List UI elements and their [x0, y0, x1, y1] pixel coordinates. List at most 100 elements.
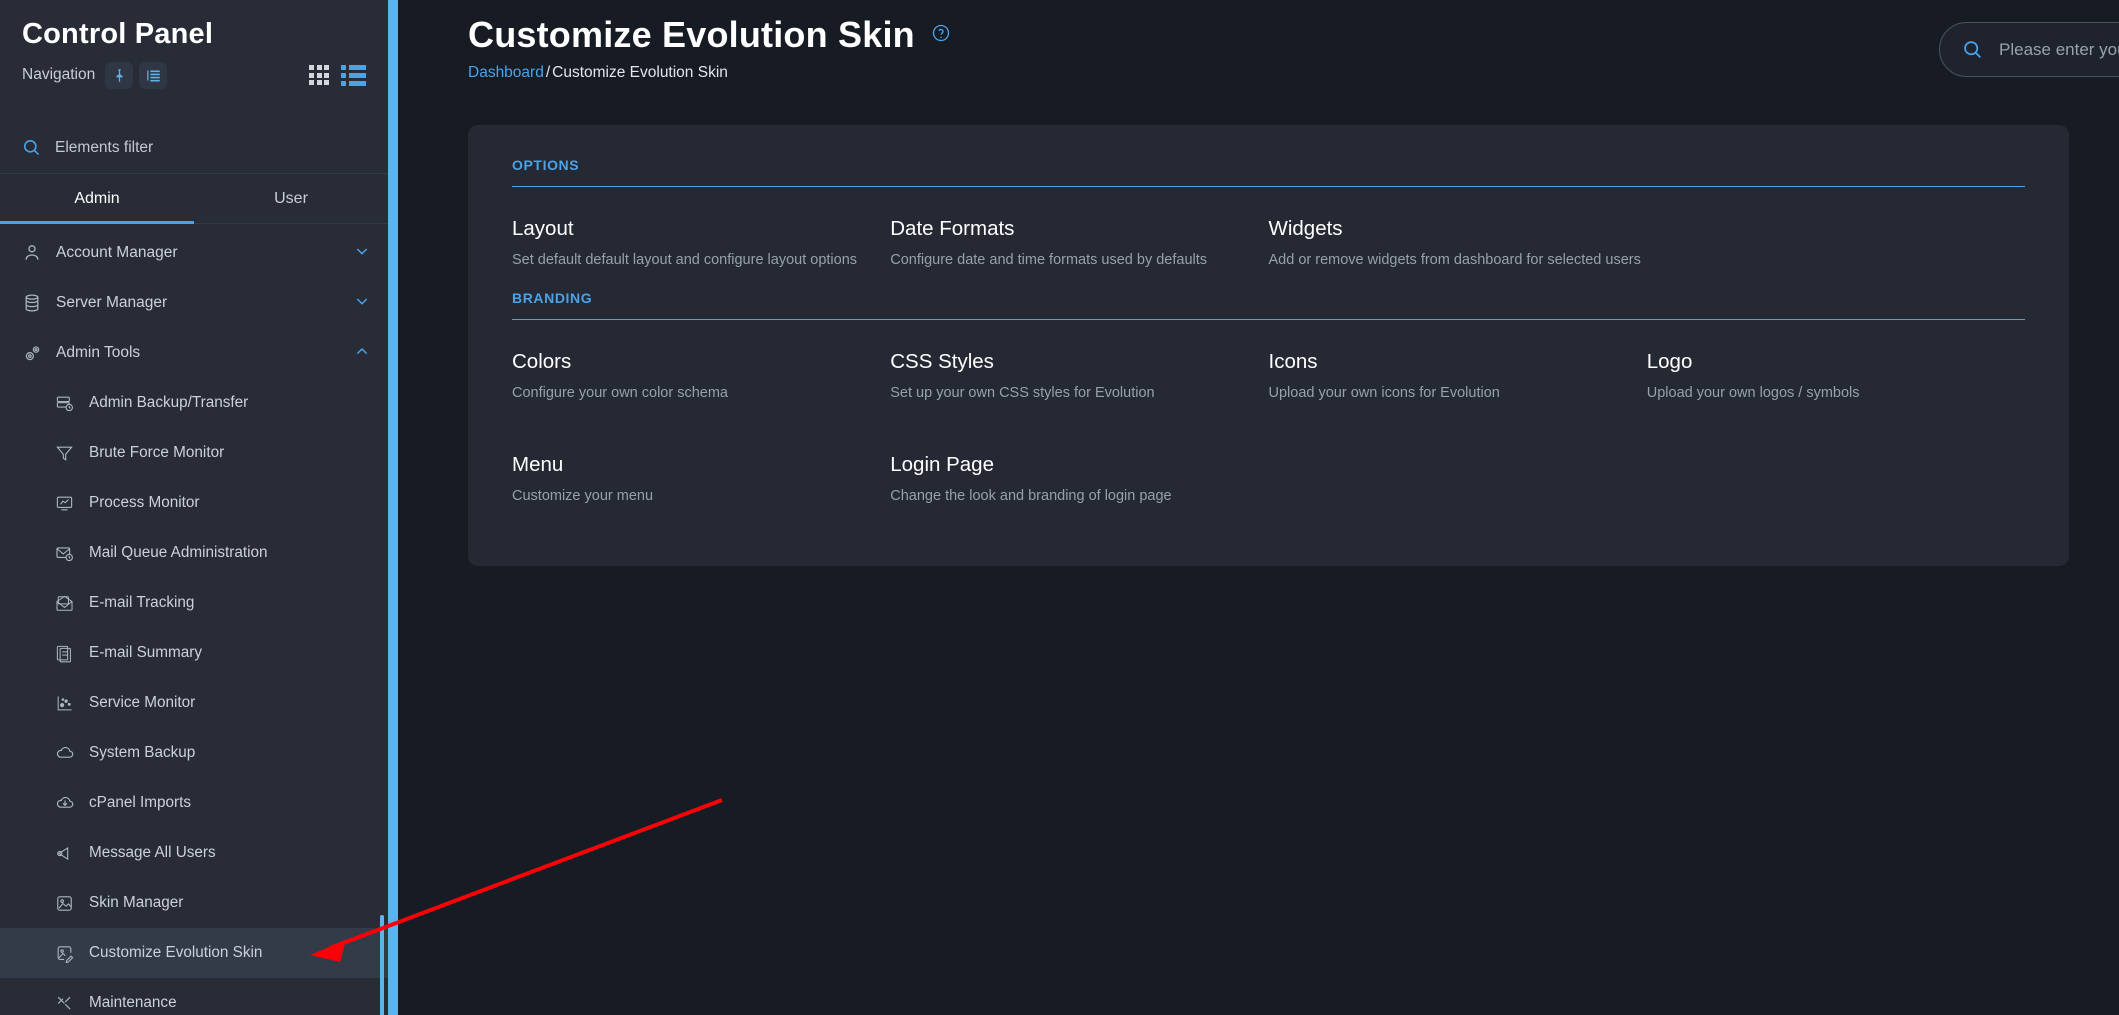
funnel-icon [55, 444, 87, 463]
sidebar-item-customize-evolution-skin[interactable]: Customize Evolution Skin [0, 928, 388, 979]
sidebar-item-label: Message All Users [89, 844, 216, 862]
indent-list-icon[interactable] [139, 61, 168, 89]
scatter-plot-icon [55, 694, 87, 713]
sidebar-group-label: Admin Tools [56, 344, 141, 362]
mail-open-icon [55, 594, 87, 613]
image-icon [55, 894, 87, 913]
sidebar-item-skin-manager[interactable]: Skin Manager [0, 878, 388, 929]
tile-date-formats[interactable]: Date Formats Configure date and time for… [890, 187, 1268, 290]
tile-description: Set up your own CSS styles for Evolution [890, 385, 1155, 401]
chevron-down-icon[interactable] [354, 293, 370, 314]
tile-title: Login Page [890, 453, 994, 476]
branding-tiles: Colors Configure your own color schema C… [512, 320, 2025, 526]
sidebar-accent-strip [388, 0, 398, 1015]
tile-css-styles[interactable]: CSS Styles Set up your own CSS styles fo… [890, 320, 1268, 423]
sidebar-item-label: E-mail Summary [89, 644, 203, 662]
sidebar-item-mail-queue-administration[interactable]: Mail Queue Administration [0, 528, 388, 579]
tile-empty [1647, 423, 2025, 526]
sidebar-group-account-manager[interactable]: Account Manager [0, 228, 388, 278]
tile-description: Set default default layout and configure… [512, 252, 858, 268]
sidebar-item-label: Process Monitor [89, 494, 200, 512]
tile-description: Change the look and branding of login pa… [890, 488, 1172, 504]
sidebar-item-e-mail-summary[interactable]: E-mail Summary [0, 628, 388, 679]
tile-icons[interactable]: Icons Upload your own icons for Evolutio… [1269, 320, 1647, 423]
sidebar-item-label: Admin Backup/Transfer [89, 394, 249, 412]
view-toggle-group [309, 64, 366, 86]
settings-card: OPTIONS Layout Set default default layou… [468, 125, 2069, 566]
tile-description: Customize your menu [512, 488, 654, 504]
sidebar-item-label: System Backup [89, 744, 196, 762]
sidebar-item-maintenance[interactable]: Maintenance [0, 978, 388, 1015]
tile-layout[interactable]: Layout Set default default layout and co… [512, 187, 890, 290]
tile-title: Layout [512, 217, 574, 240]
navigation-row: Navigation [22, 60, 366, 90]
sidebar-item-message-all-users[interactable]: Message All Users [0, 828, 388, 879]
sidebar-group-admin-tools[interactable]: Admin Tools [0, 328, 388, 378]
tile-colors[interactable]: Colors Configure your own color schema [512, 320, 890, 423]
sidebar-item-label: cPanel Imports [89, 794, 192, 812]
sidebar-item-admin-backup-transfer[interactable]: Admin Backup/Transfer [0, 378, 388, 429]
tile-title: Colors [512, 350, 572, 373]
sidebar-item-label: Skin Manager [89, 894, 184, 912]
tile-logo[interactable]: Logo Upload your own logos / symbols [1647, 320, 2025, 423]
tile-description: Configure date and time formats used by … [890, 252, 1208, 268]
options-tiles: Layout Set default default layout and co… [512, 187, 2025, 290]
sidebar-item-label: Maintenance [89, 994, 177, 1012]
chevron-up-icon[interactable] [354, 343, 370, 364]
sidebar-item-e-mail-tracking[interactable]: E-mail Tracking [0, 578, 388, 629]
page-title: Customize Evolution Skin [468, 14, 915, 55]
section-heading-branding: BRANDING [512, 290, 2025, 320]
sidebar-group-server-manager[interactable]: Server Manager [0, 278, 388, 328]
main-content: Customize Evolution Skin Dashboard / Custo… [398, 0, 2119, 1015]
sidebar-group-label: Account Manager [56, 244, 178, 262]
sidebar-item-label: Customize Evolution Skin [89, 944, 263, 962]
search-input[interactable]: Please enter your [1939, 22, 2119, 77]
sidebar-scrollbar[interactable] [380, 915, 384, 1015]
user-icon [22, 243, 52, 263]
tab-user[interactable]: User [194, 174, 388, 223]
tile-widgets[interactable]: Widgets Add or remove widgets from dashb… [1269, 187, 1647, 290]
admin-tools-submenu: Admin Backup/Transfer Brute Force Monito… [0, 378, 388, 1015]
mail-clock-icon [55, 544, 87, 563]
sidebar-item-label: Brute Force Monitor [89, 444, 225, 462]
gears-icon [22, 343, 52, 364]
sidebar-tabs: Admin User [0, 174, 388, 225]
help-circle-icon[interactable] [931, 23, 951, 48]
grid-view-icon[interactable] [309, 65, 329, 86]
section-heading-options: OPTIONS [512, 157, 2025, 187]
sidebar-item-process-monitor[interactable]: Process Monitor [0, 478, 388, 529]
tile-title: Logo [1646, 350, 1693, 373]
breadcrumb-dashboard-link[interactable]: Dashboard [468, 64, 544, 81]
tile-title: Widgets [1268, 217, 1343, 240]
tile-empty [1269, 423, 1647, 526]
sidebar-item-label: Service Monitor [89, 694, 196, 712]
cloud-download-icon [55, 793, 87, 813]
sidebar-item-service-monitor[interactable]: Service Monitor [0, 678, 388, 729]
sidebar-header: Control Panel Navigation [0, 0, 388, 90]
image-edit-icon [55, 944, 87, 963]
sidebar-item-cpanel-imports[interactable]: cPanel Imports [0, 778, 388, 829]
sidebar-item-brute-force-monitor[interactable]: Brute Force Monitor [0, 428, 388, 479]
tab-admin-label: Admin [74, 189, 120, 207]
tile-title: Menu [512, 453, 564, 476]
tile-menu[interactable]: Menu Customize your menu [512, 423, 890, 526]
tile-description: Upload your own logos / symbols [1646, 385, 1860, 401]
chevron-down-icon[interactable] [354, 243, 370, 264]
breadcrumb: Dashboard / Customize Evolution Skin [468, 64, 2119, 82]
list-view-icon[interactable] [341, 64, 366, 86]
tools-icon [55, 994, 87, 1013]
tab-admin[interactable]: Admin [0, 174, 194, 225]
tile-title: Icons [1268, 350, 1318, 373]
elements-filter[interactable]: Elements filter [0, 122, 388, 175]
sidebar-group-label: Server Manager [56, 294, 168, 312]
tile-description: Configure your own color schema [512, 385, 728, 401]
search-icon [1964, 41, 1981, 58]
pin-icon[interactable] [105, 61, 134, 89]
tile-title: Date Formats [890, 217, 1015, 240]
sidebar-item-system-backup[interactable]: System Backup [0, 728, 388, 779]
sidebar-item-label: Mail Queue Administration [89, 544, 268, 562]
search-icon [23, 140, 40, 156]
sidebar-item-label: E-mail Tracking [89, 594, 195, 612]
navigation-label: Navigation [22, 66, 96, 84]
tile-login-page[interactable]: Login Page Change the look and branding … [890, 423, 1268, 526]
